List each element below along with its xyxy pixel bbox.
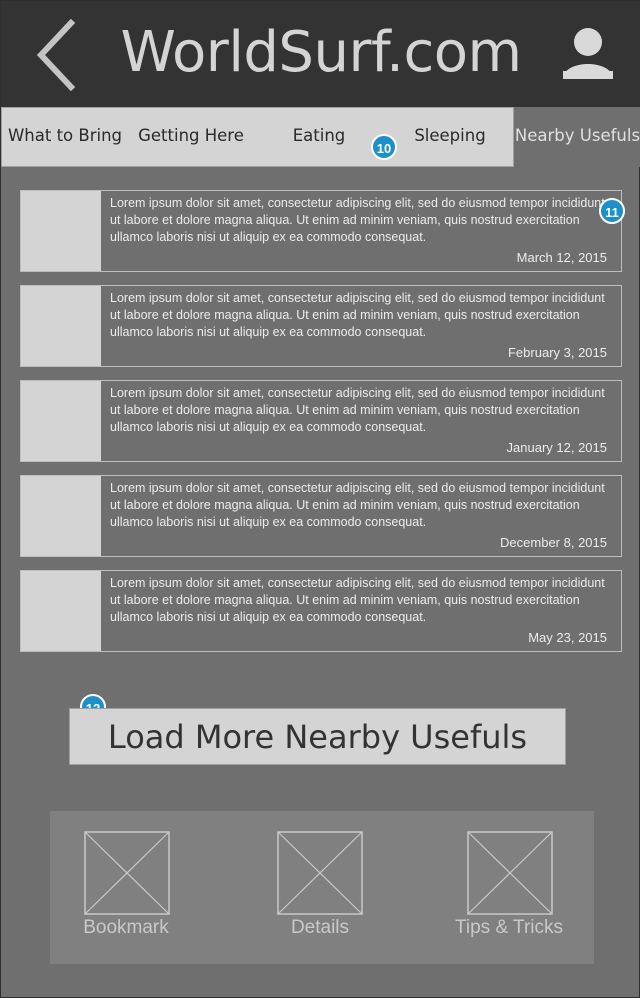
annotation-badge: 10 — [371, 134, 397, 160]
load-more-button[interactable]: Load More Nearby Usefuls — [69, 708, 566, 765]
item-date: March 12, 2015 — [516, 250, 607, 265]
item-description: Lorem ipsum dolor sit amet, consectetur … — [110, 481, 605, 529]
list-item[interactable]: Lorem ipsum dolor sit amet, consectetur … — [20, 285, 622, 367]
item-date: February 3, 2015 — [507, 345, 607, 360]
item-description: Lorem ipsum dolor sit amet, consectetur … — [110, 386, 605, 434]
tips-and-tricks-label: Tips & Tricks — [454, 917, 564, 938]
item-date: January 12, 2015 — [506, 440, 607, 455]
back-button[interactable] — [31, 18, 83, 92]
item-description: Lorem ipsum dolor sit amet, consectetur … — [110, 291, 605, 339]
list-item[interactable]: Lorem ipsum dolor sit amet, consectetur … — [20, 380, 622, 462]
item-description: Lorem ipsum dolor sit amet, consectetur … — [110, 576, 605, 624]
list-item[interactable]: Lorem ipsum dolor sit amet, consectetur … — [20, 570, 622, 652]
tab-eating[interactable]: Eating — [269, 107, 369, 167]
annotation-badge: 11 — [599, 198, 625, 224]
app-header: WorldSurf.com — [1, 1, 640, 107]
app-screen: WorldSurf.com What to Bring Getting Here… — [0, 0, 640, 998]
bookmark-icon — [84, 831, 170, 915]
tips-and-tricks-button[interactable]: Tips & Tricks — [419, 811, 599, 964]
tips-icon — [467, 831, 553, 915]
tab-bar: What to Bring Getting Here Eating Sleepi… — [1, 107, 640, 167]
bottom-nav: Bookmark Details Tips & Tricks — [50, 811, 594, 964]
user-icon — [563, 28, 613, 79]
tab-nearby-usefuls[interactable]: Nearby Usefuls — [514, 107, 640, 167]
tab-getting-here[interactable]: Getting Here — [131, 107, 251, 167]
tab-sleeping[interactable]: Sleeping — [399, 107, 501, 167]
item-description: Lorem ipsum dolor sit amet, consectetur … — [110, 196, 605, 244]
thumbnail-placeholder — [21, 381, 101, 461]
thumbnail-placeholder — [21, 571, 101, 651]
list-item[interactable]: Lorem ipsum dolor sit amet, consectetur … — [20, 190, 622, 272]
thumbnail-placeholder — [21, 286, 101, 366]
bookmark-label: Bookmark — [83, 917, 169, 938]
thumbnail-placeholder — [21, 476, 101, 556]
list-item[interactable]: Lorem ipsum dolor sit amet, consectetur … — [20, 475, 622, 557]
bookmark-button[interactable]: Bookmark — [36, 811, 216, 964]
details-label: Details — [290, 917, 350, 938]
tab-what-to-bring[interactable]: What to Bring — [5, 107, 125, 167]
thumbnail-placeholder — [21, 191, 101, 271]
details-button[interactable]: Details — [230, 811, 410, 964]
chevron-left-icon — [36, 18, 76, 92]
item-date: December 8, 2015 — [500, 535, 607, 550]
details-icon — [277, 831, 363, 915]
item-date: May 23, 2015 — [528, 630, 607, 645]
app-title: WorldSurf.com — [120, 20, 522, 85]
profile-button[interactable] — [557, 25, 619, 83]
